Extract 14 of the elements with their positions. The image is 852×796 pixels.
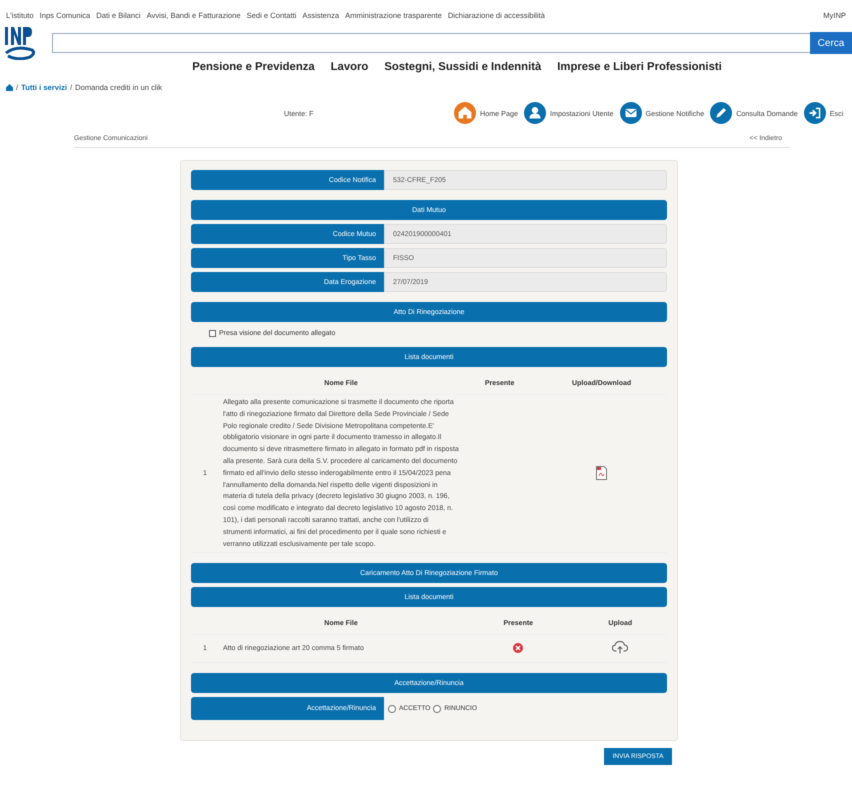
error-icon <box>513 642 524 653</box>
menu-link[interactable]: Lavoro <box>330 61 368 73</box>
menu-link[interactable]: Pensione e Previdenza <box>192 61 315 73</box>
radio-button[interactable] <box>433 704 442 713</box>
search-button[interactable]: Cerca <box>810 32 852 54</box>
search-field[interactable] <box>52 33 810 53</box>
menu-link[interactable]: Imprese e Liberi Professionisti <box>557 61 722 73</box>
menu-link[interactable]: Sostegni, Sussidi e Indennità <box>384 61 542 73</box>
logo-icon[interactable] <box>4 26 38 60</box>
home-icon[interactable] <box>6 84 13 91</box>
checkbox[interactable] <box>209 330 216 337</box>
pdf-icon[interactable] <box>596 466 608 480</box>
upload-icon[interactable] <box>612 641 628 654</box>
radio-button[interactable] <box>388 704 396 713</box>
